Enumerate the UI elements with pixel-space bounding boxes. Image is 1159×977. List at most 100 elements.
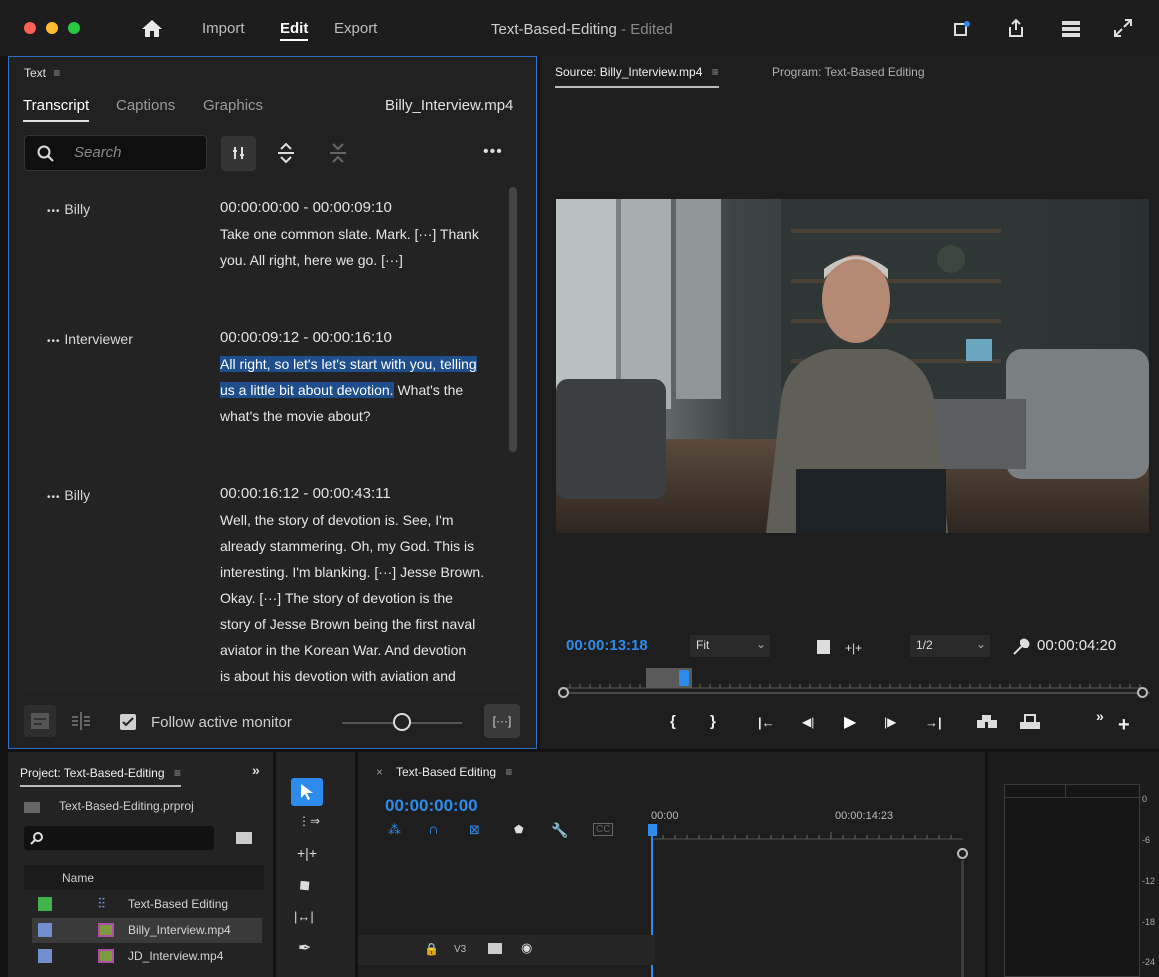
track-select-tool-icon[interactable]: ⋮⇒ — [298, 814, 320, 828]
zoom-slider-handle[interactable] — [393, 713, 411, 731]
ripple-edit-tool-icon[interactable]: +|+ — [297, 845, 317, 861]
selection-tool-button[interactable] — [291, 778, 323, 806]
button-editor-icon[interactable]: + — [1118, 714, 1130, 737]
source-current-timecode[interactable]: 00:00:13:18 — [566, 637, 648, 654]
collapse-icon[interactable] — [329, 143, 347, 168]
quick-export-icon[interactable] — [953, 20, 971, 43]
speaker-menu-icon[interactable]: ••• — [47, 336, 61, 347]
panel-menu-icon[interactable]: ≡ — [505, 765, 512, 779]
snap-icon[interactable]: ⁂ — [388, 822, 401, 838]
pen-tool-icon[interactable]: ✒ — [298, 938, 311, 958]
magnet-icon[interactable]: ∩ — [428, 821, 439, 838]
zoom-bar-start-handle[interactable] — [558, 687, 569, 698]
project-item-selected[interactable]: Billy_Interview.mp4 — [32, 918, 262, 943]
timeline-ruler[interactable] — [650, 826, 963, 840]
video-frame[interactable] — [556, 199, 1149, 533]
speaker-row[interactable]: ••• Interviewer — [47, 331, 133, 347]
timeline-playhead-handle[interactable] — [648, 824, 657, 836]
eye-icon[interactable]: ◉ — [521, 940, 532, 956]
nav-export[interactable]: Export — [334, 20, 377, 37]
source-time-ruler[interactable] — [560, 668, 1146, 692]
razor-tool-icon[interactable]: ◆ — [293, 873, 315, 896]
transcript-text[interactable]: What's the — [394, 382, 463, 398]
transcript-line[interactable]: Well, the story of devotion is. See, I'm — [220, 507, 454, 533]
speaker-menu-icon[interactable]: ••• — [47, 206, 61, 217]
source-playhead[interactable] — [679, 670, 689, 686]
label-color-swatch[interactable] — [38, 949, 52, 963]
tab-sequence[interactable]: Text-Based Editing ≡ — [396, 765, 512, 779]
new-bin-icon[interactable] — [236, 832, 252, 844]
minimize-window-button[interactable] — [46, 22, 58, 34]
selected-text[interactable]: us a little bit about devotion. — [220, 382, 394, 398]
speaker-row[interactable]: ••• Billy — [47, 487, 90, 503]
filter-button[interactable] — [221, 136, 256, 171]
label-color-swatch[interactable] — [38, 923, 52, 937]
mark-out-icon[interactable]: } — [710, 713, 716, 730]
tab-captions[interactable]: Captions — [116, 97, 175, 114]
linked-selection-icon[interactable]: ⊠ — [469, 822, 480, 838]
transcript-line[interactable]: Take one common slate. Mark. [···] Thank — [220, 221, 479, 247]
tab-project[interactable]: Project: Text-Based-Editing ≡ — [20, 766, 181, 787]
nav-import[interactable]: Import — [202, 20, 245, 37]
transcript-line[interactable]: interesting. I'm blanking. [···] Jesse B… — [220, 559, 484, 585]
step-forward-icon[interactable]: |▶ — [884, 715, 896, 729]
captions-track-icon[interactable]: CC — [593, 823, 614, 836]
expand-icon[interactable] — [277, 142, 295, 168]
go-to-out-icon[interactable]: →| — [925, 715, 942, 730]
transcript-line[interactable]: already stammering. Oh, my God. This is — [220, 533, 474, 559]
project-search-input[interactable] — [24, 826, 214, 850]
transcribe-button[interactable] — [24, 705, 56, 737]
mark-in-icon[interactable]: { — [670, 713, 676, 730]
label-color-swatch[interactable] — [38, 897, 52, 911]
panel-menu-icon[interactable]: ≡ — [53, 66, 60, 80]
nav-edit[interactable]: Edit — [280, 20, 309, 41]
transcript-scrollbar[interactable] — [509, 187, 517, 452]
zoom-bar-end-handle[interactable] — [1137, 687, 1148, 698]
timeline-settings-icon[interactable]: 🔧 — [551, 822, 568, 839]
tab-source-monitor[interactable]: Source: Billy_Interview.mp4 ≡ — [555, 65, 719, 88]
follow-monitor-checkbox[interactable] — [120, 714, 136, 730]
more-controls-icon[interactable]: » — [1096, 708, 1104, 724]
transcript-line[interactable]: us a little bit about devotion. What's t… — [220, 377, 463, 403]
panel-menu-icon[interactable]: ≡ — [712, 65, 719, 79]
slip-tool-icon[interactable]: |↔| — [294, 909, 314, 924]
play-icon[interactable]: ▶ — [844, 712, 856, 732]
project-item[interactable]: ⫶⫶ Text-Based Editing — [32, 892, 262, 917]
drag-video-icon[interactable]: +|+ — [845, 641, 862, 655]
timeline-timecode[interactable]: 00:00:00:00 — [385, 796, 478, 816]
speaker-menu-icon[interactable]: ••• — [47, 492, 61, 503]
panel-menu-icon[interactable]: ≡ — [174, 766, 181, 780]
pauses-button[interactable]: [···] — [484, 704, 520, 738]
lock-icon[interactable]: 🔒 — [424, 942, 439, 956]
close-window-button[interactable] — [24, 22, 36, 34]
step-back-icon[interactable]: ◀| — [802, 715, 814, 729]
resolution-dropdown[interactable]: 1/2 ⌄ — [910, 635, 990, 657]
settings-wrench-icon[interactable] — [1012, 638, 1030, 661]
timeline-vertical-scrollbar[interactable] — [961, 860, 964, 977]
panel-overflow-icon[interactable]: » — [252, 762, 260, 778]
home-icon[interactable] — [141, 18, 163, 38]
timeline-scroll-handle[interactable] — [957, 848, 968, 859]
insert-marker-icon[interactable] — [817, 640, 830, 654]
transcript-line[interactable]: story of Jesse Brown being the first nav… — [220, 611, 475, 637]
split-icon[interactable] — [69, 711, 93, 736]
go-to-in-icon[interactable]: |← — [758, 715, 775, 730]
insert-icon[interactable] — [976, 714, 998, 735]
transcript-line[interactable]: what's the movie about? — [220, 403, 371, 429]
track-label[interactable]: V3 — [454, 944, 466, 955]
project-item[interactable]: JD_Interview.mp4 — [32, 944, 262, 969]
add-marker-icon[interactable]: ⬟ — [514, 823, 524, 836]
column-name-header[interactable]: Name — [62, 871, 94, 885]
maximize-window-button[interactable] — [68, 22, 80, 34]
transcript-line[interactable]: All right, so let's let's start with you… — [220, 351, 477, 377]
search-input[interactable]: Search — [24, 135, 207, 171]
tab-program-monitor[interactable]: Program: Text-Based Editing — [772, 65, 925, 79]
tab-transcript[interactable]: Transcript — [23, 97, 90, 122]
transcript-line[interactable]: Okay. [···] The story of devotion is the — [220, 585, 453, 611]
more-options-icon[interactable]: ••• — [483, 143, 503, 161]
overwrite-icon[interactable] — [1019, 714, 1041, 735]
tab-graphics[interactable]: Graphics — [203, 97, 263, 114]
transcript-line[interactable]: you. All right, here we go. [···] — [220, 247, 403, 273]
selected-text[interactable]: All right, so let's let's start with you… — [220, 356, 477, 372]
transcript-line[interactable]: aviator in the Korean War. And devotion — [220, 637, 466, 663]
